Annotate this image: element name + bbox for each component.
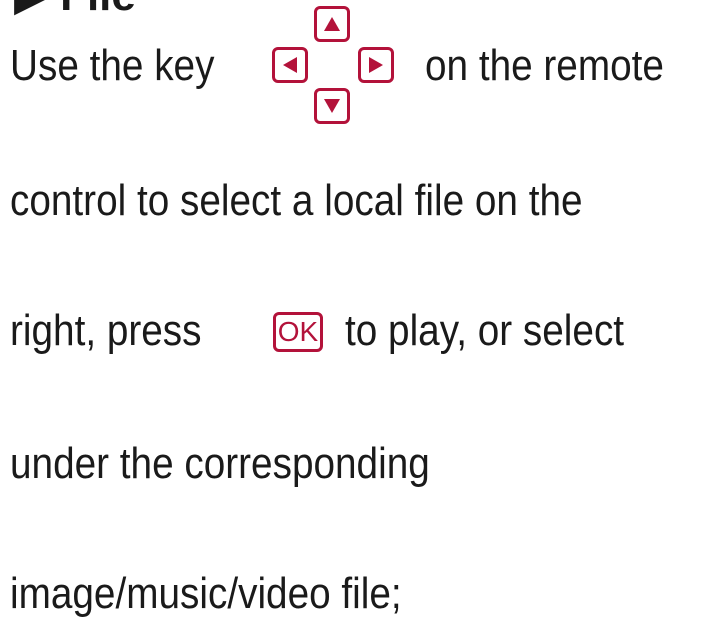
- triangle-up-icon: [323, 16, 341, 32]
- triangle-left-icon: [282, 56, 298, 74]
- dpad-left-key: [272, 47, 308, 83]
- triangle-down-icon: [323, 98, 341, 114]
- instruction-line-5: image/music/video file;: [10, 569, 402, 618]
- dpad-up-key: [314, 6, 350, 42]
- instruction-line-2: control to select a local file on the: [10, 176, 583, 225]
- instruction-line-1-after: on the remote: [425, 41, 664, 90]
- dpad-right-key: [358, 47, 394, 83]
- instruction-line-4: under the corresponding: [10, 439, 430, 488]
- triangle-right-icon: [368, 56, 384, 74]
- instruction-line-3-after: to play, or select: [345, 306, 625, 355]
- instruction-line-3-before: right, press: [10, 306, 202, 355]
- ok-key: OK: [273, 312, 323, 352]
- instruction-line-1-before: Use the key: [10, 41, 215, 90]
- section-heading: ▶ File: [14, 0, 136, 22]
- dpad-down-key: [314, 88, 350, 124]
